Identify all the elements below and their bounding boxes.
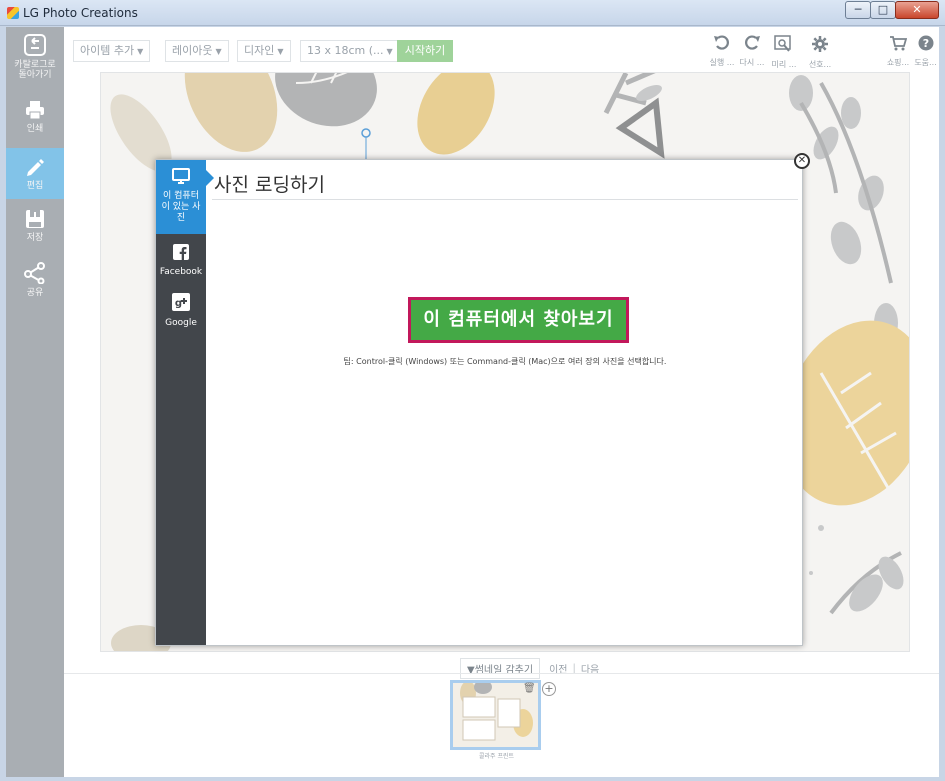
save-icon bbox=[26, 210, 44, 228]
minimize-button[interactable]: ─ bbox=[845, 1, 871, 19]
dialog-source-sidebar: 이 컴퓨터 이 있는 사진 Facebook g Google bbox=[156, 160, 214, 645]
chevron-down-icon: ▼ bbox=[277, 47, 284, 56]
undo-icon bbox=[714, 35, 729, 50]
chevron-down-icon: ▼ bbox=[215, 47, 222, 56]
window-title: LG Photo Creations bbox=[23, 6, 138, 20]
rail-edit[interactable]: 편집 bbox=[6, 148, 64, 199]
tab-label-line: 이 컴퓨터 bbox=[163, 191, 199, 201]
help-label: 도움... bbox=[914, 58, 937, 67]
pencil-icon bbox=[27, 159, 44, 176]
preview-icon bbox=[774, 35, 791, 52]
tab-label-line: 이 있는 사 bbox=[161, 202, 201, 212]
tab-label-line: 진 bbox=[176, 213, 186, 223]
dialog-title: 사진 로딩하기 bbox=[214, 174, 325, 196]
size-dropdown[interactable]: 13 x 18cm (... ▼ bbox=[300, 40, 400, 62]
add-item-dropdown[interactable]: 아이템 추가 ▼ bbox=[73, 40, 151, 62]
hide-thumbnails-button[interactable]: ▼썸네일 감추기 bbox=[460, 658, 541, 679]
design-dropdown[interactable]: 디자인 ▼ bbox=[237, 40, 291, 62]
add-page-button[interactable]: + bbox=[542, 682, 556, 696]
tab-label: Google bbox=[165, 318, 197, 328]
share-icon bbox=[24, 262, 45, 284]
redo-label: 다시 ... bbox=[739, 58, 765, 67]
design-label: 디자인 bbox=[244, 44, 275, 57]
browse-computer-button[interactable]: 이 컴퓨터에서 찾아보기 bbox=[408, 297, 629, 343]
settings-label: 선호... bbox=[808, 60, 832, 69]
title-bar: LG Photo Creations ─ □ ✕ bbox=[0, 0, 945, 26]
rail-label: 카탈로그로 bbox=[14, 60, 56, 70]
rail-label: 돌아가기 bbox=[18, 70, 52, 80]
preview-button[interactable]: 미리 ... bbox=[766, 35, 802, 70]
settings-button[interactable]: 선호... bbox=[802, 35, 838, 70]
monitor-icon bbox=[172, 168, 190, 184]
tab-label: Facebook bbox=[159, 267, 203, 277]
thumbnail-strip-divider bbox=[64, 673, 939, 674]
app-logo-icon bbox=[7, 7, 19, 19]
dialog-close-button[interactable]: ✕ bbox=[794, 153, 810, 169]
close-icon: ✕ bbox=[912, 3, 922, 16]
tab-this-computer[interactable]: 이 컴퓨터 이 있는 사진 bbox=[156, 160, 214, 234]
add-item-label: 아이템 추가 bbox=[80, 44, 135, 57]
help-icon: ? bbox=[918, 35, 933, 51]
svg-text:g: g bbox=[175, 298, 182, 309]
thumbnail-controls: ▼썸네일 감추기 이전 | 다음 bbox=[460, 658, 599, 679]
rail-label: 저장 bbox=[26, 233, 44, 243]
load-photos-dialog: 이 컴퓨터 이 있는 사진 Facebook g Google 사진 로딩하기 ✕… bbox=[155, 153, 810, 646]
tab-facebook[interactable]: Facebook bbox=[156, 244, 206, 284]
size-label: 13 x 18cm (... bbox=[307, 44, 384, 57]
window-controls: ─ □ ✕ bbox=[845, 1, 939, 19]
dialog-divider bbox=[212, 199, 798, 200]
rail-label: 편집 bbox=[26, 181, 44, 191]
gear-icon bbox=[812, 36, 828, 52]
left-rail: 카탈로그로 돌아가기 인쇄 편집 저장 공유 bbox=[6, 27, 64, 777]
close-icon: ✕ bbox=[797, 155, 807, 166]
rail-print[interactable]: 인쇄 bbox=[6, 100, 64, 148]
trash-icon[interactable]: 🗑 bbox=[523, 683, 536, 694]
main-area: 아이템 추가 ▼ 레이아웃 ▼ 디자인 ▼ 13 x 18cm (... ▼ 시작하기 … bbox=[64, 27, 939, 777]
start-button[interactable]: 시작하기 bbox=[397, 40, 453, 62]
shop-label: 쇼핑... bbox=[886, 58, 910, 67]
close-window-button[interactable]: ✕ bbox=[895, 1, 939, 19]
redo-icon bbox=[745, 35, 760, 50]
preview-label: 미리 ... bbox=[771, 60, 797, 69]
minimize-icon: ─ bbox=[854, 3, 862, 16]
layout-dropdown[interactable]: 레이아웃 ▼ bbox=[165, 40, 229, 62]
chevron-down-icon: ▼ bbox=[137, 47, 144, 56]
multi-select-tip: 팁: Control-클릭 (Windows) 또는 Command-클릭 (M… bbox=[343, 357, 667, 366]
thumbnail-label: 콜라주 프린트 bbox=[478, 753, 515, 760]
back-icon bbox=[24, 34, 46, 56]
rail-label: 인쇄 bbox=[26, 124, 44, 134]
chevron-down-icon: ▼ bbox=[386, 47, 393, 56]
facebook-icon bbox=[173, 244, 189, 260]
rail-share[interactable]: 공유 bbox=[6, 262, 64, 308]
help-button[interactable]: ? 도움... bbox=[912, 35, 939, 68]
maximize-icon: □ bbox=[877, 3, 889, 16]
printer-icon bbox=[26, 101, 44, 120]
redo-button[interactable]: 다시 ... bbox=[734, 35, 770, 68]
tab-google[interactable]: g Google bbox=[156, 293, 206, 335]
rail-back-to-catalog[interactable]: 카탈로그로 돌아가기 bbox=[6, 34, 64, 92]
maximize-button[interactable]: □ bbox=[870, 1, 896, 19]
rail-label: 공유 bbox=[26, 288, 44, 298]
shop-button[interactable]: 쇼핑... bbox=[880, 35, 916, 68]
svg-text:?: ? bbox=[922, 37, 928, 50]
google-plus-icon: g bbox=[172, 293, 190, 311]
tab-label: 이 컴퓨터 이 있는 사진 bbox=[156, 191, 206, 224]
cart-icon bbox=[890, 36, 908, 51]
layout-label: 레이아웃 bbox=[172, 44, 213, 57]
rail-save[interactable]: 저장 bbox=[6, 209, 64, 255]
